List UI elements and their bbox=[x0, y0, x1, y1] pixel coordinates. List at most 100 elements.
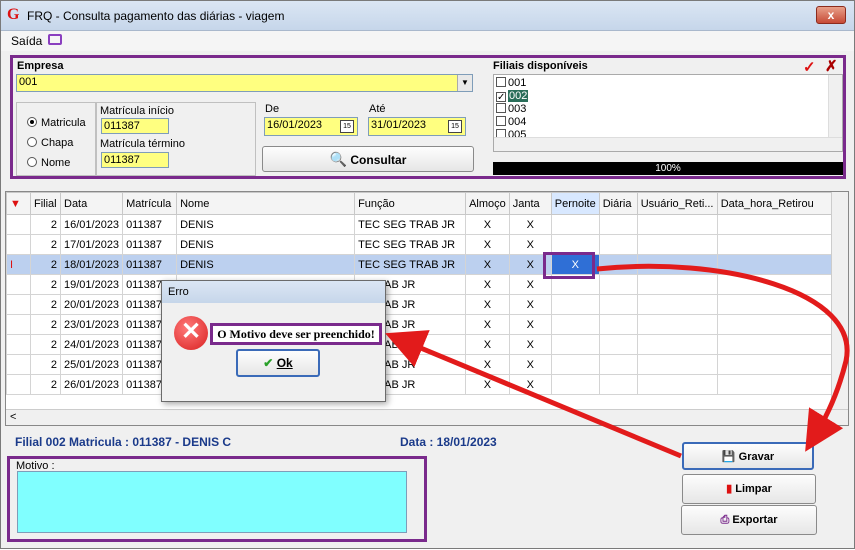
cell-janta[interactable]: X bbox=[508, 374, 552, 395]
cell-data-hora-retirou[interactable] bbox=[716, 334, 838, 355]
cell-filial[interactable]: 2 bbox=[30, 294, 61, 315]
cell-pernoite[interactable] bbox=[550, 214, 600, 235]
cell-data-hora-retirou[interactable] bbox=[716, 214, 838, 235]
cell-data[interactable]: 24/01/2023 bbox=[59, 334, 124, 355]
col-nome[interactable]: Nome bbox=[176, 192, 356, 215]
gravar-button[interactable]: 💾 Gravar bbox=[682, 442, 814, 470]
cell-data-hora-retirou[interactable] bbox=[716, 374, 838, 395]
filial-item-003[interactable]: 003 bbox=[496, 103, 526, 116]
matricula-termino-input[interactable]: 011387 bbox=[101, 152, 169, 168]
col-data-hora-retirou[interactable]: Data_hora_Retirou bbox=[716, 192, 838, 215]
cell-diaria[interactable] bbox=[598, 254, 638, 275]
row-indicator[interactable] bbox=[6, 314, 31, 335]
cell-data-hora-retirou[interactable] bbox=[716, 234, 838, 255]
cell-filial[interactable]: 2 bbox=[30, 214, 61, 235]
uncheck-all-icon[interactable]: ✗ bbox=[825, 57, 838, 75]
cell-matricula[interactable]: 011387 bbox=[122, 254, 178, 275]
cell-data[interactable]: 25/01/2023 bbox=[59, 354, 124, 375]
matricula-inicio-input[interactable]: 011387 bbox=[101, 118, 169, 134]
cell-almoco[interactable]: X bbox=[465, 334, 510, 355]
grid-vscroll[interactable] bbox=[831, 192, 848, 410]
cell-data-hora-retirou[interactable] bbox=[716, 254, 838, 275]
cell-funcao[interactable]: TEC SEG TRAB JR bbox=[354, 234, 467, 255]
table-row[interactable]: 2 26/01/2023 011387 G TRAB JR X X bbox=[6, 374, 838, 395]
table-row[interactable]: 2 17/01/2023 011387 DENIS TEC SEG TRAB JR X X bbox=[6, 234, 838, 255]
table-row[interactable]: 2 19/01/2023 011387 G TRAB JR X X bbox=[6, 274, 838, 295]
ok-button[interactable]: ✔ Ok bbox=[236, 349, 320, 377]
filial-item-001[interactable]: 001 bbox=[496, 77, 526, 90]
cell-matricula[interactable]: 011387 bbox=[122, 214, 178, 235]
cell-filial[interactable]: 2 bbox=[30, 234, 61, 255]
cell-data[interactable]: 19/01/2023 bbox=[59, 274, 124, 295]
cell-diaria[interactable] bbox=[598, 354, 638, 375]
cell-diaria[interactable] bbox=[598, 334, 638, 355]
row-indicator[interactable] bbox=[6, 234, 31, 255]
scroll-left-icon[interactable]: < bbox=[10, 411, 16, 423]
ate-date-input[interactable]: 31/01/2023 15 bbox=[368, 117, 466, 136]
cell-pernoite[interactable] bbox=[550, 314, 600, 335]
cell-usuario-retirou[interactable] bbox=[636, 234, 718, 255]
col-funcao[interactable]: Função bbox=[354, 192, 467, 215]
cell-usuario-retirou[interactable] bbox=[636, 314, 718, 335]
cell-data[interactable]: 18/01/2023 bbox=[59, 254, 124, 275]
cell-usuario-retirou[interactable] bbox=[636, 374, 718, 395]
filial-item-004[interactable]: 004 bbox=[496, 116, 526, 129]
cell-diaria[interactable] bbox=[598, 314, 638, 335]
cell-data-hora-retirou[interactable] bbox=[716, 354, 838, 375]
table-row[interactable]: 2 25/01/2023 011387 G TRAB JR X X bbox=[6, 354, 838, 375]
cell-pernoite[interactable] bbox=[550, 354, 600, 375]
row-indicator[interactable] bbox=[6, 214, 31, 235]
col-janta[interactable]: Janta bbox=[508, 192, 552, 215]
cell-data-hora-retirou[interactable] bbox=[716, 294, 838, 315]
table-row[interactable]: I 2 18/01/2023 011387 DENIS TEC SEG TRAB JR X X… bbox=[6, 254, 838, 275]
cell-filial[interactable]: 2 bbox=[30, 334, 61, 355]
cell-nome[interactable]: DENIS bbox=[176, 254, 356, 275]
cell-janta[interactable]: X bbox=[508, 334, 552, 355]
table-row[interactable]: 2 20/01/2023 011387 G TRAB JR X X bbox=[6, 294, 838, 315]
motivo-textarea[interactable] bbox=[17, 471, 407, 533]
col-diaria[interactable]: Diária bbox=[598, 192, 638, 215]
cell-diaria[interactable] bbox=[598, 374, 638, 395]
cell-usuario-retirou[interactable] bbox=[636, 254, 718, 275]
cell-almoco[interactable]: X bbox=[465, 254, 510, 275]
row-indicator[interactable] bbox=[6, 374, 31, 395]
cell-pernoite[interactable] bbox=[550, 294, 600, 315]
table-row[interactable]: 2 23/01/2023 011387 G TRAB JR X X bbox=[6, 314, 838, 335]
cell-diaria[interactable] bbox=[598, 214, 638, 235]
cell-matricula[interactable]: 011387 bbox=[122, 234, 178, 255]
row-indicator[interactable]: I bbox=[6, 254, 31, 275]
radio-nome[interactable]: Nome bbox=[27, 157, 70, 169]
calendar-icon[interactable]: 15 bbox=[448, 120, 462, 133]
row-indicator[interactable] bbox=[6, 274, 31, 295]
cell-almoco[interactable]: X bbox=[465, 274, 510, 295]
cell-usuario-retirou[interactable] bbox=[636, 354, 718, 375]
cell-funcao[interactable]: TEC SEG TRAB JR bbox=[354, 254, 467, 275]
cell-almoco[interactable]: X bbox=[465, 314, 510, 335]
col-matricula[interactable]: Matrícula bbox=[122, 192, 178, 215]
cell-almoco[interactable]: X bbox=[465, 374, 510, 395]
cell-janta[interactable]: X bbox=[508, 214, 552, 235]
cell-diaria[interactable] bbox=[598, 274, 638, 295]
cell-pernoite[interactable] bbox=[550, 374, 600, 395]
cell-filial[interactable]: 2 bbox=[30, 314, 61, 335]
exportar-button[interactable]: ⎙ Exportar bbox=[681, 505, 817, 535]
cell-usuario-retirou[interactable] bbox=[636, 214, 718, 235]
filiais-vscroll[interactable] bbox=[828, 75, 842, 137]
grid-hscroll[interactable]: < bbox=[6, 409, 848, 425]
cell-usuario-retirou[interactable] bbox=[636, 274, 718, 295]
cell-janta[interactable]: X bbox=[508, 294, 552, 315]
cell-janta[interactable]: X bbox=[508, 314, 552, 335]
cell-diaria[interactable] bbox=[598, 294, 638, 315]
radio-chapa[interactable]: Chapa bbox=[27, 137, 73, 149]
table-row[interactable]: 2 24/01/2023 011387 G TRAB JR X X bbox=[6, 334, 838, 355]
data-grid[interactable]: ▼ Filial Data Matrícula Nome Função Almo… bbox=[5, 191, 849, 426]
filial-item-002[interactable]: ✓ 002 bbox=[496, 90, 529, 103]
close-button[interactable]: x bbox=[816, 6, 846, 24]
cell-data-hora-retirou[interactable] bbox=[716, 274, 838, 295]
cell-diaria[interactable] bbox=[598, 234, 638, 255]
sort-indicator-icon[interactable]: ▼ bbox=[6, 192, 31, 215]
cell-almoco[interactable]: X bbox=[465, 354, 510, 375]
row-indicator[interactable] bbox=[6, 334, 31, 355]
chevron-down-icon[interactable]: ▼ bbox=[457, 75, 472, 91]
cell-nome[interactable]: DENIS bbox=[176, 214, 356, 235]
